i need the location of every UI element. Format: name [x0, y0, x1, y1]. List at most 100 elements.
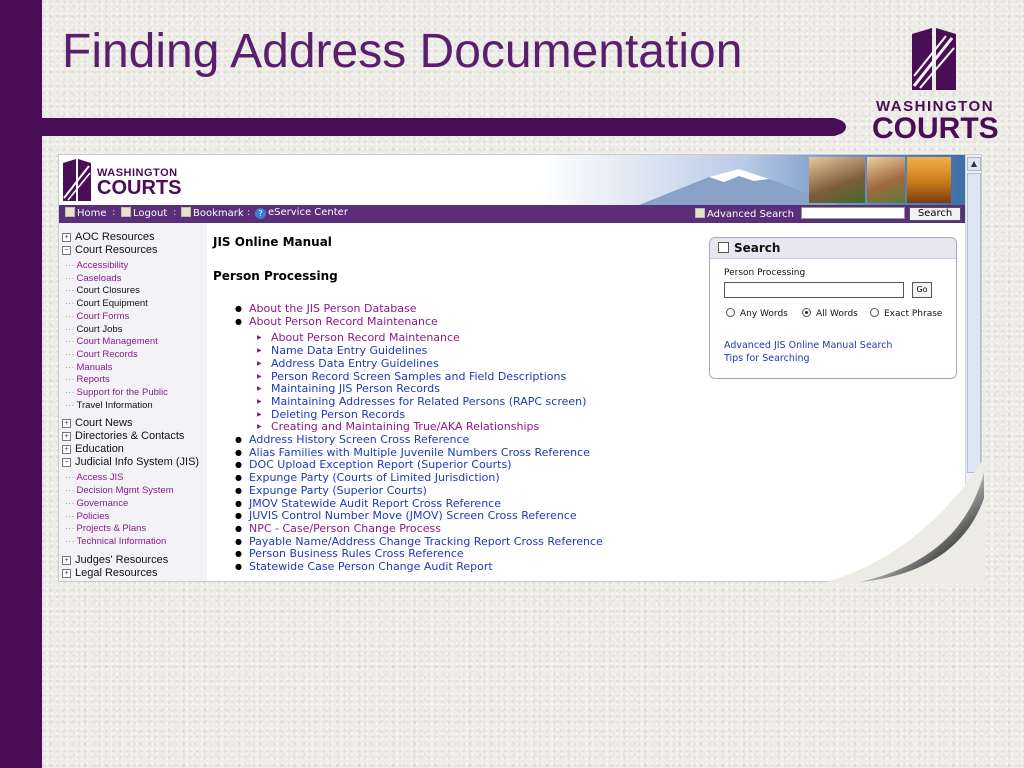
- manual-link[interactable]: Person Business Rules Cross Reference: [249, 547, 464, 560]
- manual-link[interactable]: Statewide Case Person Change Audit Repor…: [249, 560, 493, 573]
- manual-sublink[interactable]: Creating and Maintaining True/AKA Relati…: [271, 420, 539, 433]
- tree-toggle-icon[interactable]: −: [62, 246, 71, 255]
- sidebar-item-label: Directories & Contacts: [75, 430, 185, 443]
- sidebar-subitem-court-closures[interactable]: ··· Court Closures: [65, 285, 140, 296]
- sidebar-subitem-label: Reports: [76, 374, 110, 386]
- radio-button[interactable]: [802, 308, 811, 317]
- manual-link[interactable]: Expunge Party (Courts of Limited Jurisdi…: [249, 471, 500, 484]
- manual-sublink[interactable]: Deleting Person Records: [271, 408, 405, 421]
- manual-sublink[interactable]: Address Data Entry Guidelines: [271, 357, 439, 370]
- manual-sublink[interactable]: Person Record Screen Samples and Field D…: [271, 370, 566, 383]
- nav-home-link[interactable]: Home: [65, 207, 107, 219]
- radio-exact-phrase[interactable]: Exact Phrase: [870, 308, 942, 319]
- radio-button[interactable]: [726, 308, 735, 317]
- sidebar-subitem-policies[interactable]: ··· Policies: [65, 511, 109, 522]
- manual-sublink[interactable]: About Person Record Maintenance: [271, 331, 460, 344]
- sidebar-subitem-projects-plans[interactable]: ··· Projects & Plans: [65, 523, 146, 534]
- manual-link[interactable]: About the JIS Person Database: [249, 302, 416, 315]
- sidebar-item-aoc-resources[interactable]: + AOC Resources: [62, 231, 154, 243]
- radio-button[interactable]: [870, 308, 879, 317]
- tree-toggle-icon[interactable]: +: [62, 233, 71, 242]
- nav-search-input[interactable]: [801, 207, 905, 219]
- site-logo[interactable]: WASHINGTON COURTS: [63, 159, 203, 201]
- manual-link[interactable]: Alias Families with Multiple Juvenile Nu…: [249, 446, 590, 459]
- tips-for-searching-link[interactable]: Tips for Searching: [724, 353, 810, 364]
- manual-link[interactable]: JUVIS Control Number Move (JMOV) Screen …: [249, 509, 577, 522]
- sidebar-subitem-access-jis[interactable]: ··· Access JIS: [65, 472, 124, 483]
- sidebar-subitem-decision-mgmt-system[interactable]: ··· Decision Mgmt System: [65, 485, 174, 496]
- bookmark-icon: [181, 207, 191, 217]
- scrollbar-thumb[interactable]: [967, 173, 981, 473]
- sidebar-subitem-governance[interactable]: ··· Governance: [65, 498, 128, 509]
- triangle-right-icon: ▶: [257, 423, 262, 431]
- radio-any-words[interactable]: Any Words: [726, 308, 788, 319]
- sidebar-subitem-support-for-the-public[interactable]: ··· Support for the Public: [65, 387, 168, 398]
- manual-link[interactable]: About Person Record Maintenance: [249, 315, 438, 328]
- manual-link[interactable]: NPC - Case/Person Change Process: [249, 522, 441, 535]
- sidebar-item-label: Judicial Info System (JIS): [75, 456, 200, 469]
- sidebar-item-legal-resources[interactable]: + Legal Resources: [62, 567, 158, 579]
- manual-link[interactable]: Expunge Party (Superior Courts): [249, 484, 427, 497]
- sidebar-item-judges-resources[interactable]: + Judges' Resources: [62, 554, 168, 566]
- nav-bookmark-label: Bookmark: [193, 208, 244, 219]
- section-title: Person Processing: [213, 269, 338, 283]
- sidebar-item-education[interactable]: + Education: [62, 443, 124, 455]
- manual-search-input[interactable]: [724, 282, 904, 298]
- title-underline-tip: [824, 119, 846, 135]
- sidebar-subitem-travel-information[interactable]: ··· Travel Information: [65, 400, 153, 411]
- manual-link[interactable]: Address History Screen Cross Reference: [249, 433, 469, 446]
- tree-toggle-icon[interactable]: +: [62, 419, 71, 429]
- bullet-icon: ●: [235, 460, 242, 470]
- sidebar-item-court-resources[interactable]: − Court Resources: [62, 244, 158, 256]
- triangle-right-icon: ▶: [257, 359, 262, 367]
- tree-line: ···: [65, 310, 75, 322]
- manual-link[interactable]: Payable Name/Address Change Tracking Rep…: [249, 535, 603, 548]
- sidebar-subitem-court-forms[interactable]: ··· Court Forms: [65, 311, 129, 322]
- sidebar-item-judicial-info-system-jis[interactable]: − Judicial Info System (JIS): [62, 456, 199, 468]
- sidebar-subitem-label: Caseloads: [76, 272, 122, 284]
- tree-line: ···: [65, 323, 75, 335]
- manual-link[interactable]: JMOV Statewide Audit Report Cross Refere…: [249, 497, 501, 510]
- nav-separator: :: [112, 207, 116, 218]
- manual-sublink[interactable]: Name Data Entry Guidelines: [271, 344, 427, 357]
- manual-link[interactable]: DOC Upload Exception Report (Superior Co…: [249, 458, 512, 471]
- sidebar-subitem-court-jobs[interactable]: ··· Court Jobs: [65, 324, 122, 335]
- tree-toggle-icon[interactable]: −: [62, 458, 71, 468]
- manual-sublink[interactable]: Maintaining Addresses for Related Person…: [271, 395, 586, 408]
- sidebar-subitem-accessibility[interactable]: ··· Accessibility: [65, 260, 128, 271]
- nav-logout-link[interactable]: Logout: [121, 207, 167, 219]
- nav-search-button[interactable]: Search: [909, 207, 961, 221]
- tree-toggle-icon[interactable]: +: [62, 555, 71, 565]
- sidebar-subitem-court-records[interactable]: ··· Court Records: [65, 349, 138, 360]
- sidebar-subitem-label: Technical Information: [76, 535, 167, 547]
- tree-line: ···: [65, 485, 75, 497]
- sidebar-item-court-news[interactable]: + Court News: [62, 417, 132, 429]
- tree-toggle-icon[interactable]: +: [62, 568, 71, 578]
- scroll-up-arrow-icon[interactable]: ▲: [967, 157, 981, 171]
- manual-sublink[interactable]: Maintaining JIS Person Records: [271, 382, 440, 395]
- sidebar-subitem-court-management[interactable]: ··· Court Management: [65, 336, 158, 347]
- sidebar-subitem-label: Access JIS: [76, 472, 124, 484]
- tree-line: ···: [65, 472, 75, 484]
- sidebar-subitem-manuals[interactable]: ··· Manuals: [65, 362, 112, 373]
- nav-eservice-link[interactable]: ? eService Center: [255, 207, 348, 219]
- sidebar-subitem-label: Court Equipment: [76, 298, 148, 310]
- radio-all-words[interactable]: All Words: [802, 308, 858, 319]
- nav-bookmark-link[interactable]: Bookmark: [181, 207, 244, 219]
- triangle-right-icon: ▶: [257, 347, 262, 355]
- sidebar-subitem-court-equipment[interactable]: ··· Court Equipment: [65, 298, 148, 309]
- sidebar-subitem-technical-information[interactable]: ··· Technical Information: [65, 536, 166, 547]
- advanced-manual-search-link[interactable]: Advanced JIS Online Manual Search: [724, 340, 892, 351]
- home-icon: [65, 207, 75, 217]
- go-button[interactable]: Go: [912, 282, 932, 298]
- sidebar-item-directories-contacts[interactable]: + Directories & Contacts: [62, 430, 184, 442]
- search-icon: [718, 242, 729, 253]
- tree-toggle-icon[interactable]: +: [62, 445, 71, 455]
- sidebar-subitem-reports[interactable]: ··· Reports: [65, 374, 110, 385]
- bullet-icon: ●: [235, 485, 242, 495]
- tree-toggle-icon[interactable]: +: [62, 432, 71, 442]
- sidebar-subitem-label: Court Forms: [76, 310, 130, 322]
- nav-advanced-search-link[interactable]: Advanced Search: [695, 208, 794, 220]
- sidebar-subitem-caseloads[interactable]: ··· Caseloads: [65, 273, 121, 284]
- search-panel-header: Search: [710, 238, 956, 259]
